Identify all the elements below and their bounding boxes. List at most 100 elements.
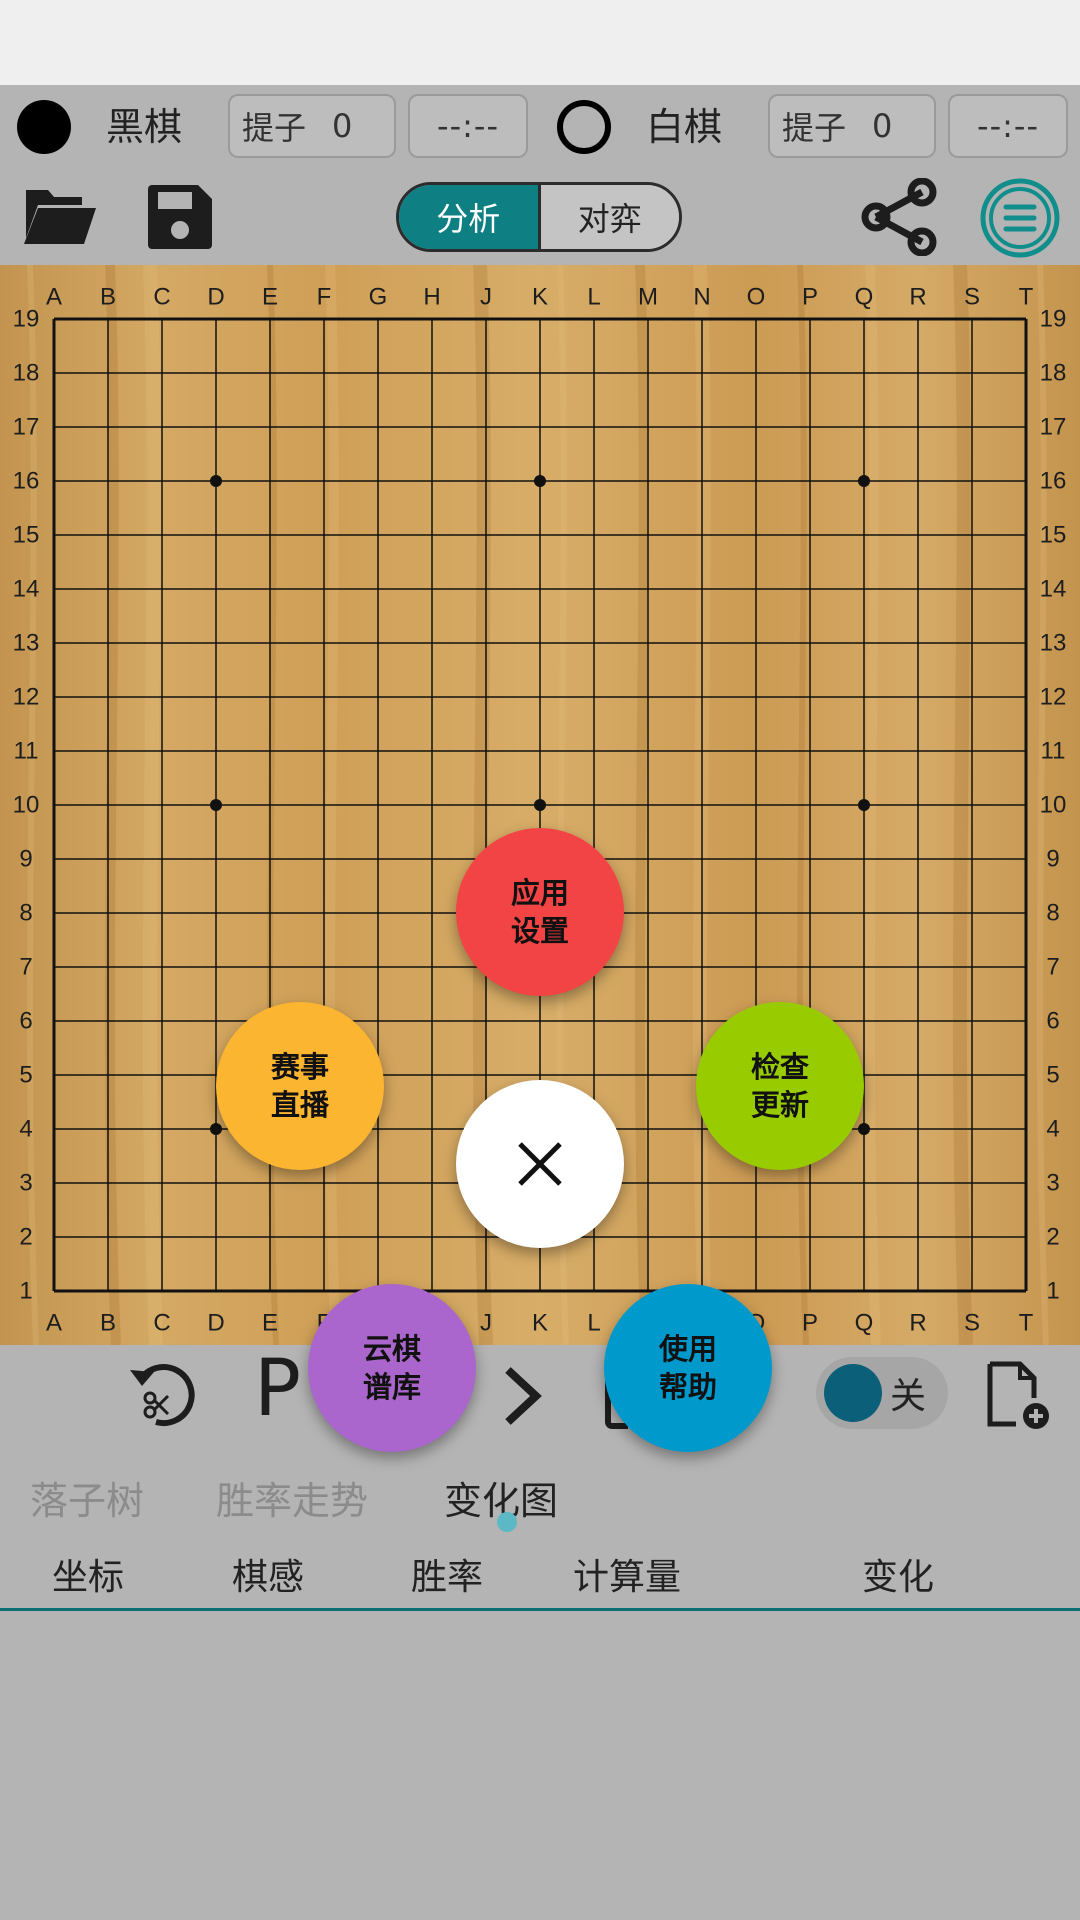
- column-label: J: [480, 1310, 492, 1337]
- row-label: 18: [1040, 360, 1067, 387]
- white-stone-icon: [557, 100, 611, 154]
- row-label: 6: [1046, 1008, 1059, 1035]
- tab-winrate-trend[interactable]: 胜率走势: [216, 1470, 368, 1525]
- row-label: 4: [1046, 1116, 1059, 1143]
- row-label: 4: [19, 1116, 32, 1143]
- cloud-library-label-1: 云棋: [362, 1332, 421, 1366]
- column-label: K: [532, 1310, 548, 1337]
- column-label: Q: [855, 1310, 874, 1337]
- cloud-library-label-2: 谱库: [362, 1370, 421, 1404]
- row-label: 2: [1046, 1224, 1059, 1251]
- row-label: 16: [13, 468, 40, 495]
- check-update-label-1: 检查: [750, 1050, 809, 1084]
- row-label: 13: [13, 630, 40, 657]
- row-label: 1: [1046, 1278, 1059, 1305]
- column-label: B: [100, 284, 116, 311]
- column-label: C: [153, 1310, 170, 1337]
- row-label: 7: [19, 954, 32, 981]
- row-label: 14: [13, 576, 40, 603]
- row-label: 8: [19, 900, 32, 927]
- column-label: D: [207, 284, 224, 311]
- column-label: F: [317, 284, 332, 311]
- close-menu-button[interactable]: [456, 1080, 624, 1248]
- row-label: 10: [13, 792, 40, 819]
- check-update-label-2: 更新: [750, 1088, 809, 1122]
- row-label: 12: [1040, 684, 1067, 711]
- black-captures-box: 提子 0: [228, 94, 396, 158]
- col-variation: 变化: [862, 1557, 935, 1598]
- live-events-button[interactable]: 赛事 直播: [216, 1002, 384, 1170]
- column-label: P: [802, 1310, 818, 1337]
- row-label: 10: [1040, 792, 1067, 819]
- black-time-box: --:--: [408, 94, 528, 158]
- tab-move-tree[interactable]: 落子树: [30, 1470, 144, 1525]
- row-label: 7: [1046, 954, 1059, 981]
- row-label: 15: [1040, 522, 1067, 549]
- cloud-library-button[interactable]: 云棋 谱库: [308, 1284, 476, 1452]
- new-file-icon[interactable]: [984, 1360, 1054, 1436]
- variation-table-body: [0, 1611, 1080, 1920]
- column-label: K: [532, 284, 548, 311]
- column-label: T: [1019, 1310, 1034, 1337]
- col-winrate: 胜率: [411, 1557, 484, 1598]
- row-label: 3: [1046, 1170, 1059, 1197]
- column-label: S: [964, 284, 980, 311]
- next-move-icon[interactable]: [500, 1366, 544, 1430]
- column-label: S: [964, 1310, 980, 1337]
- row-label: 16: [1040, 468, 1067, 495]
- row-label: 19: [1040, 306, 1067, 333]
- analysis-tabs: 落子树 胜率走势 变化图: [0, 1470, 1080, 1540]
- column-label: R: [909, 1310, 926, 1337]
- toggle-label: 关: [890, 1376, 927, 1417]
- open-folder-icon[interactable]: [22, 180, 98, 254]
- row-label: 3: [19, 1170, 32, 1197]
- help-button[interactable]: 使用 帮助: [604, 1284, 772, 1452]
- column-label: J: [480, 284, 492, 311]
- analysis-toggle[interactable]: 关: [816, 1357, 948, 1429]
- live-events-label-1: 赛事: [270, 1050, 329, 1084]
- white-captures-label: 提子: [782, 109, 847, 147]
- app-settings-button[interactable]: 应用 设置: [456, 828, 624, 996]
- column-label: R: [909, 284, 926, 311]
- save-icon[interactable]: [146, 183, 214, 255]
- row-label: 19: [13, 306, 40, 333]
- white-captures-box: 提子 0: [768, 94, 936, 158]
- column-label: L: [587, 284, 600, 311]
- row-label: 9: [1046, 846, 1059, 873]
- app-settings-label-1: 应用: [510, 876, 569, 910]
- column-label: B: [100, 1310, 116, 1337]
- row-label: 13: [1040, 630, 1067, 657]
- column-label: G: [369, 284, 388, 311]
- column-label: Q: [855, 284, 874, 311]
- row-label: 8: [1046, 900, 1059, 927]
- column-label: N: [693, 284, 710, 311]
- mode-switch[interactable]: 分析 对弈: [396, 182, 682, 252]
- star-point: [210, 475, 222, 487]
- star-point: [858, 475, 870, 487]
- pass-button[interactable]: P: [254, 1350, 301, 1428]
- live-events-label-2: 直播: [270, 1088, 329, 1122]
- tab-play[interactable]: 对弈: [537, 185, 679, 249]
- row-label: 17: [1040, 414, 1067, 441]
- star-point: [534, 475, 546, 487]
- app-settings-label-2: 设置: [510, 914, 569, 948]
- star-point: [858, 799, 870, 811]
- close-icon: [518, 1142, 562, 1186]
- column-label: A: [46, 284, 62, 311]
- black-captures-label: 提子: [242, 109, 307, 147]
- menu-icon[interactable]: [978, 176, 1062, 264]
- help-label-1: 使用: [658, 1332, 717, 1366]
- column-label: H: [423, 284, 440, 311]
- row-label: 6: [19, 1008, 32, 1035]
- white-captures-count: 0: [872, 107, 893, 145]
- column-label: O: [747, 284, 766, 311]
- undo-cut-icon[interactable]: [126, 1360, 198, 1434]
- row-label: 18: [13, 360, 40, 387]
- share-icon[interactable]: [860, 177, 938, 260]
- row-label: 12: [13, 684, 40, 711]
- check-update-button[interactable]: 检查 更新: [696, 1002, 864, 1170]
- row-label: 11: [14, 738, 39, 765]
- tab-analysis[interactable]: 分析: [399, 185, 538, 249]
- column-label: A: [46, 1310, 62, 1337]
- column-label: C: [153, 284, 170, 311]
